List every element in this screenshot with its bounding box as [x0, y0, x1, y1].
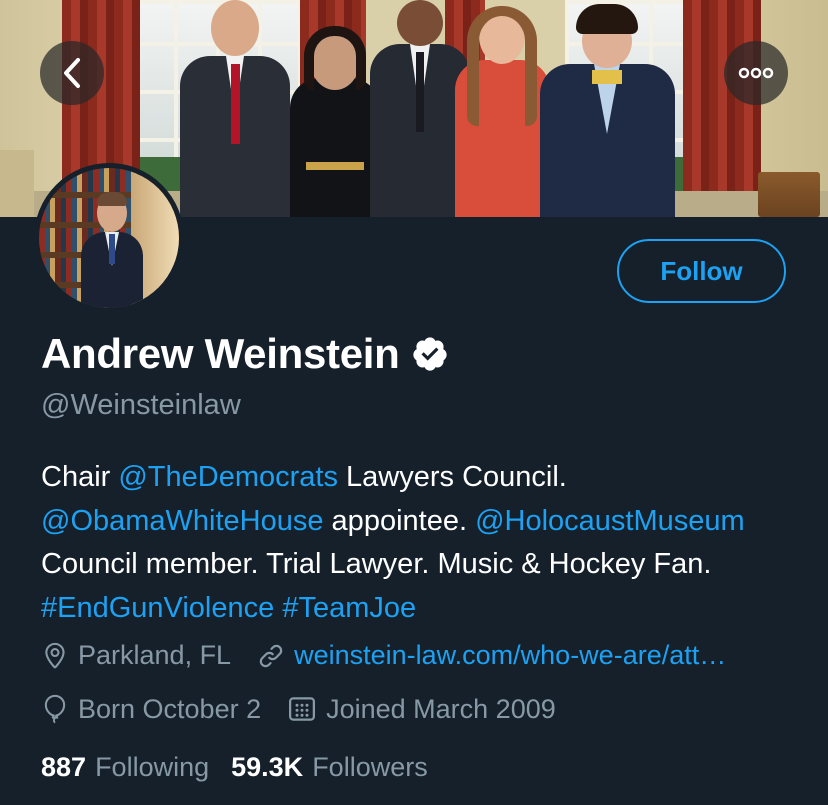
follow-counts: 887 Following 59.3K Followers [41, 752, 428, 783]
balloon-icon [44, 694, 66, 724]
profile-meta-row-2: Born October 2 Joined March 2009 [41, 693, 556, 725]
birthday-item: Born October 2 [41, 693, 261, 725]
website-item[interactable]: weinstein-law.com/who-we-are/att… [257, 640, 726, 671]
bio-text: Council member. Trial Lawyer. Music & Ho… [41, 548, 712, 580]
profile-name-row: Andrew Weinstein [41, 330, 449, 378]
followers-count: 59.3K [231, 752, 304, 782]
profile-handle: @Weinsteinlaw [41, 389, 241, 421]
bio-link[interactable]: #TeamJoe [282, 592, 416, 624]
joined-text: Joined March 2009 [326, 693, 556, 724]
bio-link[interactable]: @ObamaWhiteHouse [41, 505, 324, 537]
bio-link[interactable]: @TheDemocrats [118, 461, 338, 493]
more-options-button[interactable] [724, 41, 788, 105]
following-label: Following [95, 752, 210, 782]
verified-badge-icon [413, 337, 448, 371]
website-link[interactable]: weinstein-law.com/who-we-are/att… [294, 640, 726, 671]
avatar[interactable] [34, 163, 184, 313]
joined-item: Joined March 2009 [287, 694, 556, 725]
profile-bio: Chair @TheDemocrats Lawyers Council. @Ob… [41, 456, 801, 630]
followers-link[interactable]: 59.3K Followers [231, 752, 428, 783]
more-dots-icon [738, 67, 774, 79]
bio-link[interactable]: @HolocaustMuseum [475, 505, 745, 537]
bio-link[interactable]: #EndGunViolence [41, 592, 274, 624]
bio-text: appointee. [323, 504, 476, 537]
link-icon [259, 644, 283, 667]
follow-button[interactable]: Follow [617, 239, 786, 303]
location-text: Parkland, FL [78, 640, 232, 670]
bio-text: Lawyers Council. [337, 461, 567, 493]
calendar-icon [289, 697, 316, 721]
followers-label: Followers [312, 752, 428, 782]
following-count: 887 [41, 752, 87, 782]
profile-meta-row-1: Parkland, FL weinstein-law.com/who-we-ar… [41, 640, 726, 671]
following-link[interactable]: 887 Following [41, 752, 209, 783]
bio-text: Chair [41, 461, 119, 493]
profile-name: Andrew Weinstein [41, 330, 400, 377]
location-item: Parkland, FL [41, 640, 231, 671]
back-button[interactable] [40, 41, 104, 105]
location-pin-icon [45, 642, 65, 668]
chevron-left-icon [64, 58, 80, 88]
birthday-text: Born October 2 [78, 693, 262, 724]
